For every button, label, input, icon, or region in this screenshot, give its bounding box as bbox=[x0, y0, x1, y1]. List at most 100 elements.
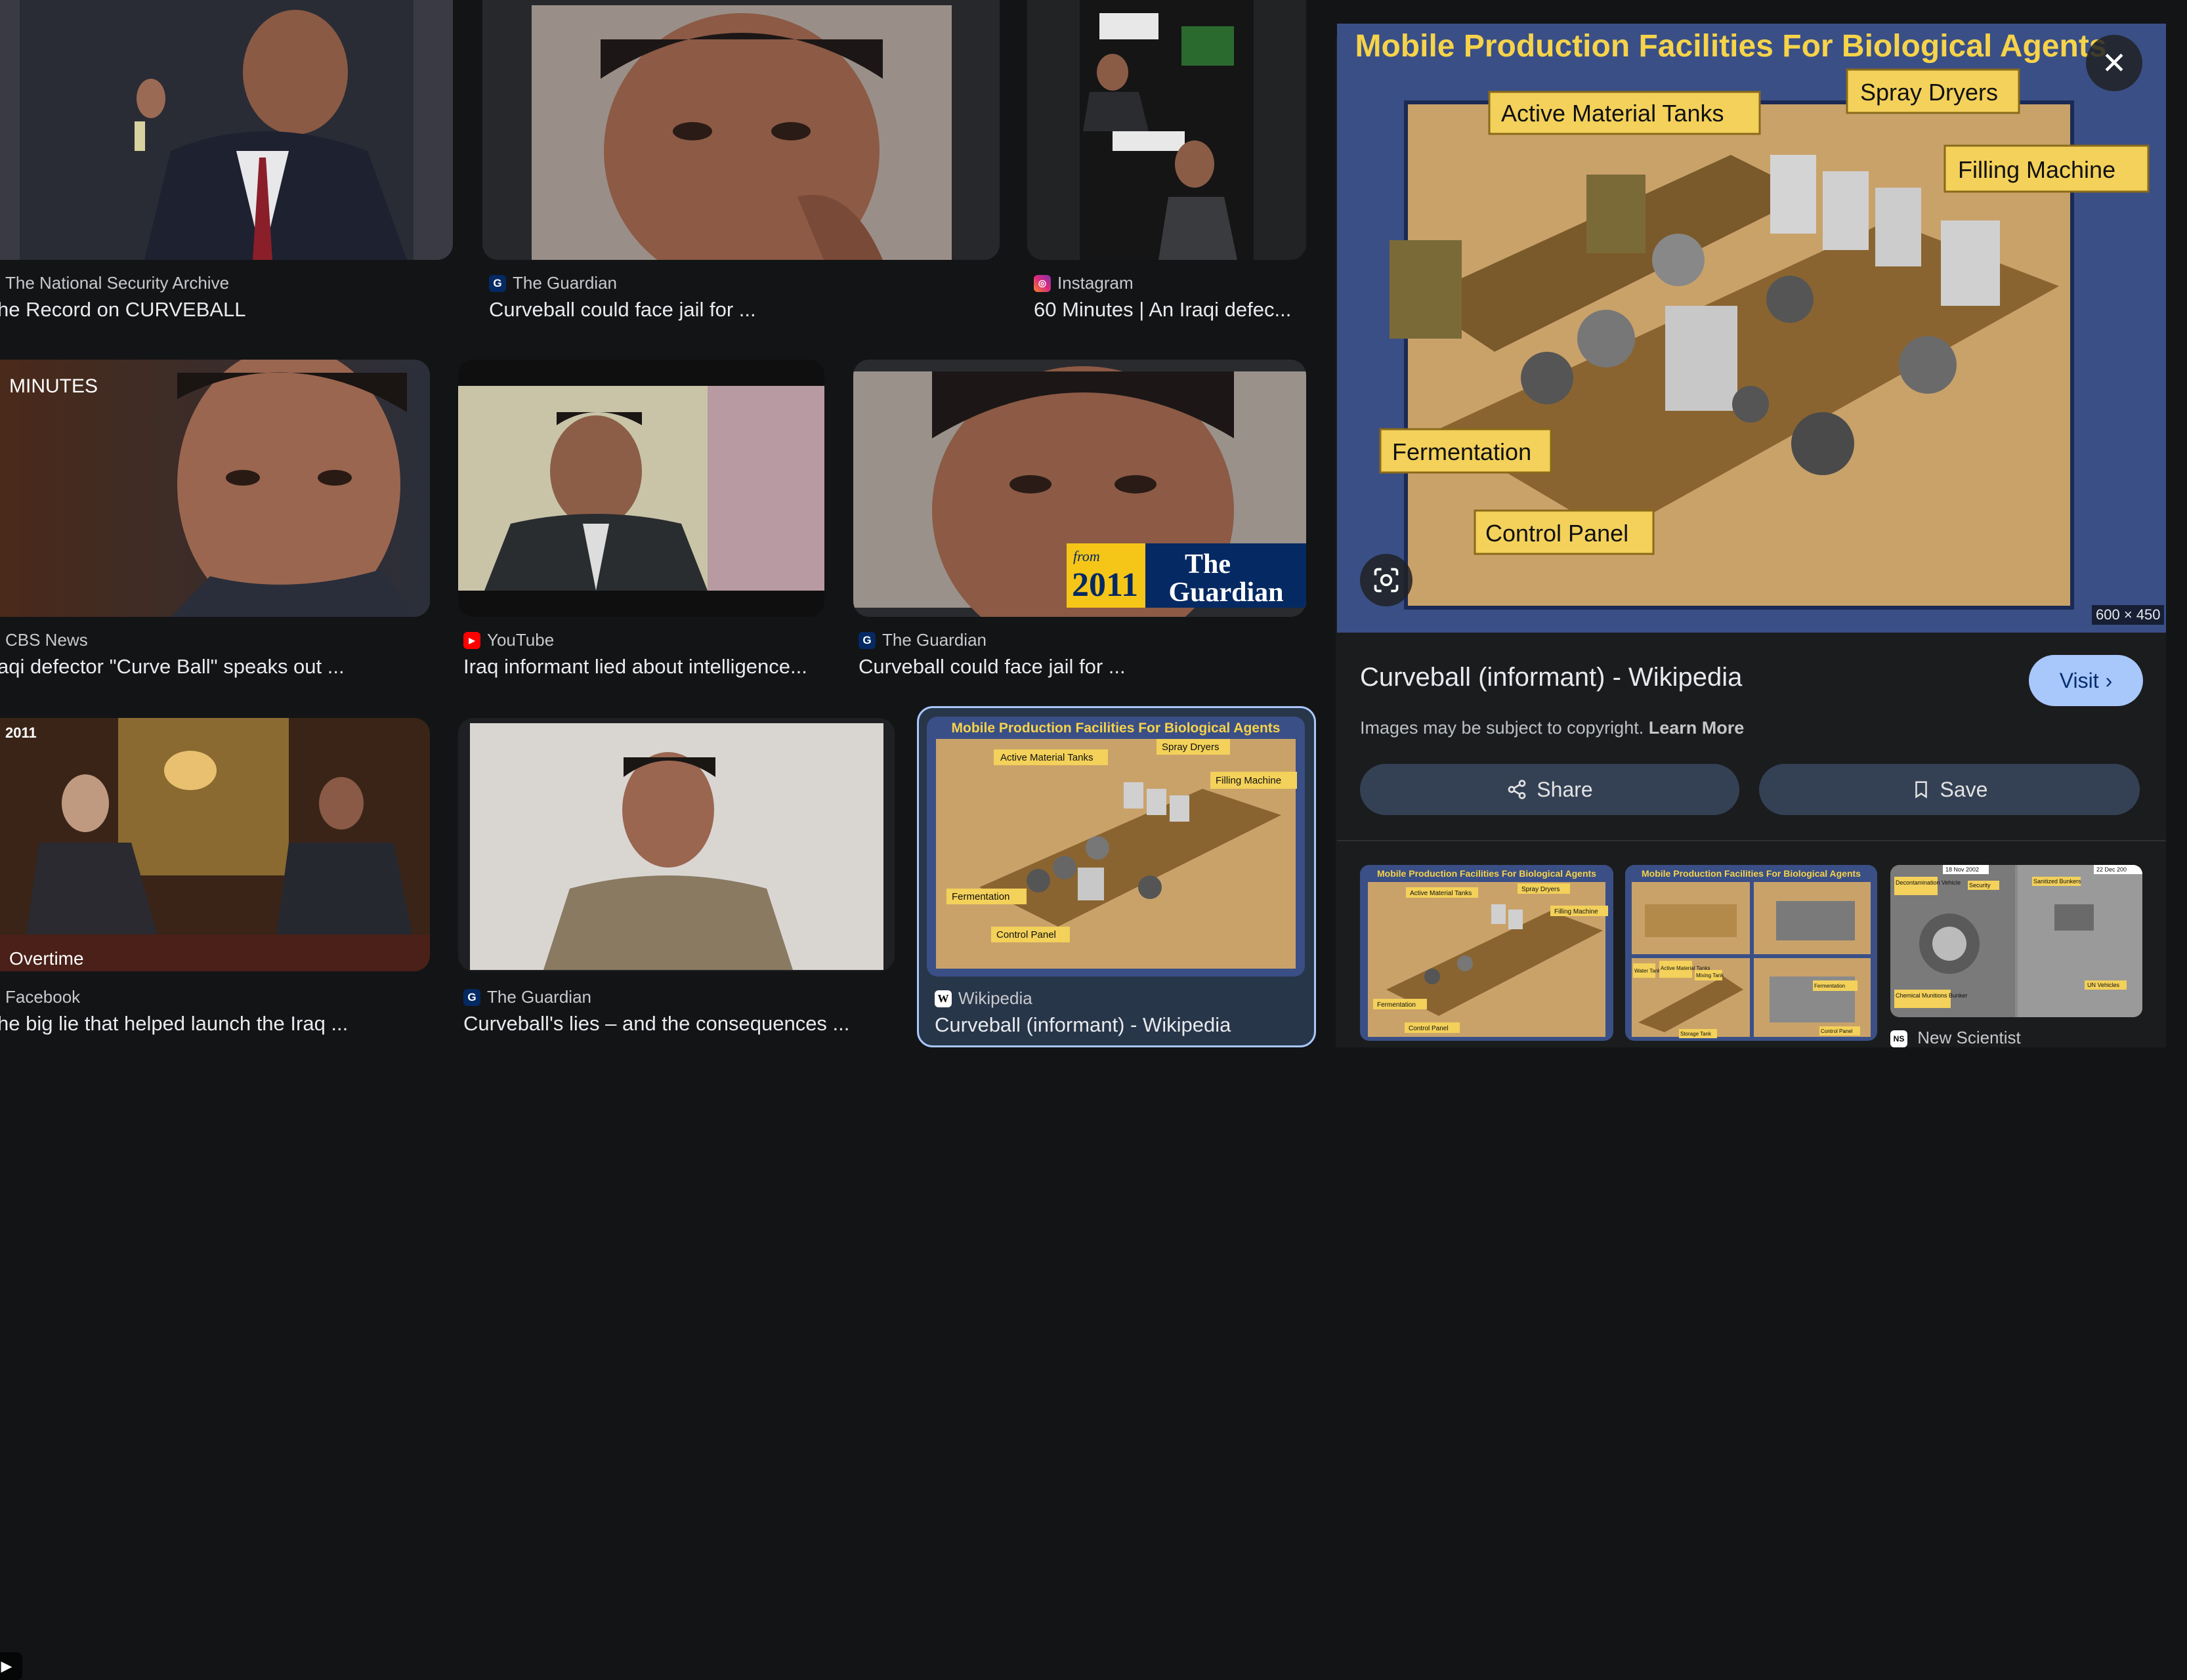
diagram-label: Control Panel bbox=[1485, 520, 1628, 547]
diagram-label: Filling Machine bbox=[1554, 908, 1598, 915]
result-image[interactable] bbox=[1027, 0, 1306, 260]
result-source: ▶ YouTube bbox=[463, 630, 554, 650]
source-name: The Guardian bbox=[513, 273, 617, 293]
copyright-notice: Images may be subject to copyright. Lear… bbox=[1360, 718, 1744, 738]
source-name: CBS News bbox=[5, 630, 88, 650]
save-button[interactable]: Save bbox=[1759, 764, 2140, 815]
result-card[interactable]: G The Guardian Curveball's lies – and th… bbox=[458, 718, 895, 1041]
result-image[interactable] bbox=[482, 0, 1000, 260]
diagram-label: Control Panel bbox=[1409, 1025, 1449, 1032]
diagram-label: Storage Tank bbox=[1680, 1031, 1712, 1037]
diagram-heading: Mobile Production Facilities For Biologi… bbox=[952, 721, 1281, 736]
copyright-text: Images may be subject to copyright. bbox=[1360, 718, 1644, 738]
panel-title[interactable]: Curveball (informant) - Wikipedia bbox=[1360, 663, 1742, 692]
result-title[interactable]: Curveball could face jail for ... bbox=[489, 298, 988, 322]
result-source: Facebook bbox=[5, 987, 80, 1007]
diagram-label: Spray Dryers bbox=[1860, 79, 1998, 106]
visit-label: Visit bbox=[2059, 668, 2099, 692]
result-image[interactable]: Mobile Production Facilities For Biologi… bbox=[927, 717, 1305, 976]
guardian-icon: G bbox=[859, 631, 876, 649]
result-title[interactable]: Curveball (informant) - Wikipedia bbox=[935, 1013, 1302, 1037]
diagram-label: Fermentation bbox=[1377, 1001, 1416, 1009]
divider bbox=[1337, 840, 2166, 841]
lens-search-button[interactable] bbox=[1360, 554, 1412, 606]
diagram-label: Active Material Tanks bbox=[1000, 752, 1093, 763]
result-title[interactable]: he Record on CURVEBALL bbox=[0, 298, 450, 322]
diagram-label: Active Material Tanks bbox=[1501, 100, 1724, 127]
diagram-label: Filling Machine bbox=[1958, 156, 2115, 183]
youtube-icon: ▶ bbox=[463, 631, 480, 649]
bookmark-icon bbox=[1915, 781, 1927, 799]
result-card[interactable]: ▶ ▶ YouTube Iraq informant lied about in… bbox=[458, 360, 960, 965]
diagram-heading: Mobile Production Facilities For Biologi… bbox=[1642, 868, 1861, 879]
result-title[interactable]: Iraq informant lied about intelligence..… bbox=[463, 655, 824, 679]
result-image[interactable] bbox=[458, 718, 895, 971]
related-source-name: New Scientist bbox=[1917, 1028, 2021, 1047]
diagram-label: Control Panel bbox=[996, 929, 1056, 940]
result-image[interactable]: from 2011 The Guardian bbox=[853, 360, 1306, 617]
result-title[interactable]: aqi defector "Curve Ball" speaks out ... bbox=[0, 655, 424, 679]
share-label: Share bbox=[1537, 777, 1593, 801]
result-title[interactable]: 60 Minutes | An Iraqi defec... bbox=[1034, 298, 1309, 322]
diagram-label: Sanitized Bunkers bbox=[2033, 878, 2081, 885]
diagram-label: Fermentation bbox=[1392, 438, 1531, 465]
result-source: G The Guardian bbox=[463, 987, 591, 1007]
result-card[interactable]: 2011 Overtime ▶ Facebook he big lie that… bbox=[0, 718, 430, 1680]
overlay-year-text: 2011 bbox=[5, 724, 37, 741]
preview-image[interactable]: Mobile Production Facilities For Biologi… bbox=[1337, 24, 2166, 633]
diagram-label: Chemical Munitions Bunker bbox=[1896, 992, 1968, 999]
diagram-label: Spray Dryers bbox=[1521, 886, 1560, 893]
play-icon: ▶ bbox=[0, 1652, 22, 1680]
result-image[interactable] bbox=[0, 0, 453, 260]
wikipedia-icon: W bbox=[935, 990, 952, 1007]
diagram-label: Water Tank bbox=[1634, 968, 1661, 974]
source-name: Wikipedia bbox=[958, 988, 1032, 1008]
guardian-icon: G bbox=[489, 274, 506, 292]
diagram-label: Control Panel bbox=[1821, 1028, 1853, 1034]
source-name: The Guardian bbox=[487, 987, 591, 1007]
diagram-label: Spray Dryers bbox=[1162, 742, 1220, 753]
chevron-right-icon: › bbox=[2105, 668, 2113, 692]
result-image[interactable] bbox=[458, 360, 824, 617]
new-scientist-icon: NS bbox=[1890, 1030, 1907, 1048]
cbs-overlay-text: MINUTES bbox=[9, 375, 98, 397]
overlay-brand-line1: The bbox=[1185, 549, 1231, 579]
result-image[interactable]: MINUTES bbox=[0, 360, 430, 617]
result-card[interactable]: from 2011 The Guardian G The Guardian Cu… bbox=[853, 360, 1306, 688]
related-source: NS New Scientist bbox=[1890, 1028, 2021, 1048]
result-image[interactable]: 2011 Overtime bbox=[0, 718, 430, 971]
overlay-brand-line2: Guardian bbox=[1168, 578, 1283, 608]
source-name: Facebook bbox=[5, 987, 81, 1007]
visit-button[interactable]: Visit › bbox=[2029, 655, 2143, 706]
result-title[interactable]: Curveball's lies – and the consequences … bbox=[463, 1012, 890, 1036]
instagram-icon: ◎ bbox=[1034, 274, 1051, 292]
lens-icon bbox=[1374, 568, 1399, 593]
result-card[interactable]: G The Guardian Curveball could face jail… bbox=[482, 0, 1000, 328]
source-name: YouTube bbox=[487, 630, 555, 650]
diagram-label: 22 Dec 200 bbox=[2096, 866, 2127, 873]
close-button[interactable]: ✕ bbox=[2086, 35, 2142, 91]
diagram-label: Fermentation bbox=[952, 891, 1009, 902]
diagram-label: UN Vehicles bbox=[2087, 982, 2120, 988]
result-card[interactable]: MINUTES CBS News aqi defector "Curve Bal… bbox=[0, 360, 430, 688]
source-name: Instagram bbox=[1057, 273, 1134, 293]
result-card[interactable]: ◎ Instagram 60 Minutes | An Iraqi defec.… bbox=[1027, 0, 1306, 328]
overlay-from-text: from bbox=[1073, 548, 1100, 564]
result-card[interactable]: The National Security Archive he Record … bbox=[0, 0, 453, 328]
result-title[interactable]: Curveball could face jail for ... bbox=[859, 655, 1305, 679]
share-button[interactable]: Share bbox=[1360, 764, 1739, 815]
result-source: W Wikipedia bbox=[935, 988, 1032, 1009]
result-source: G The Guardian bbox=[859, 630, 987, 650]
diagram-heading: Mobile Production Facilities For Biologi… bbox=[1355, 29, 2107, 64]
diagram-label: Filling Machine bbox=[1216, 775, 1281, 786]
related-image[interactable]: 18 Nov 2002 22 Dec 200 Decontamination V… bbox=[1890, 865, 2142, 1017]
result-title[interactable]: he big lie that helped launch the Iraq .… bbox=[0, 1012, 424, 1036]
related-image[interactable]: Mobile Production Facilities For Biologi… bbox=[1360, 865, 1613, 1041]
related-image[interactable]: Mobile Production Facilities For Biologi… bbox=[1625, 865, 1877, 1041]
close-icon: ✕ bbox=[2101, 46, 2127, 80]
overlay-show-text: Overtime bbox=[9, 948, 84, 969]
result-card-selected[interactable]: Mobile Production Facilities For Biologi… bbox=[927, 717, 1306, 1041]
learn-more-link[interactable]: Learn More bbox=[1649, 718, 1745, 738]
diagram-label: Mixing Tank bbox=[1696, 973, 1724, 978]
source-name: The Guardian bbox=[882, 630, 987, 650]
